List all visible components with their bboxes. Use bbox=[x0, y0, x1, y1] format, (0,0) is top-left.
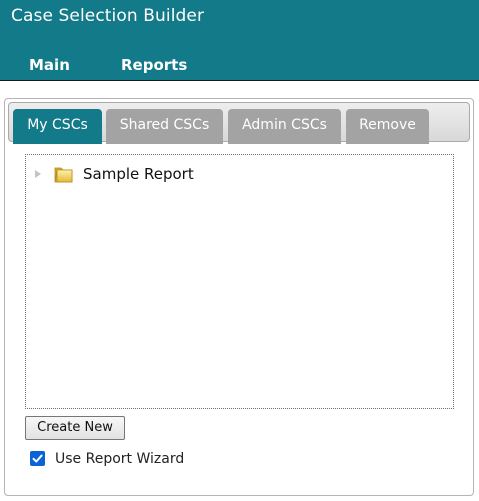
tab-remove[interactable]: Remove bbox=[346, 109, 429, 144]
tab-bar: My CSCs Shared CSCs Admin CSCs Remove bbox=[8, 102, 470, 144]
tab-my-cscs[interactable]: My CSCs bbox=[13, 109, 102, 144]
folder-icon bbox=[54, 165, 73, 184]
create-new-button[interactable]: Create New bbox=[25, 416, 125, 440]
csc-panel: My CSCs Shared CSCs Admin CSCs Remove Sa… bbox=[4, 98, 474, 496]
use-report-wizard-checkbox[interactable] bbox=[30, 451, 45, 466]
use-report-wizard-label: Use Report Wizard bbox=[55, 451, 185, 467]
csc-tree: Sample Report bbox=[25, 154, 454, 409]
nav-reports[interactable]: Reports bbox=[121, 56, 187, 74]
nav-main[interactable]: Main bbox=[29, 56, 70, 74]
expand-arrow-icon[interactable] bbox=[35, 170, 41, 178]
tab-admin-cscs[interactable]: Admin CSCs bbox=[228, 109, 341, 144]
app-header: Case Selection Builder Main Reports bbox=[0, 0, 479, 81]
tab-shared-cscs[interactable]: Shared CSCs bbox=[106, 109, 223, 144]
tree-item-label: Sample Report bbox=[83, 165, 194, 183]
app-title: Case Selection Builder bbox=[11, 6, 205, 26]
